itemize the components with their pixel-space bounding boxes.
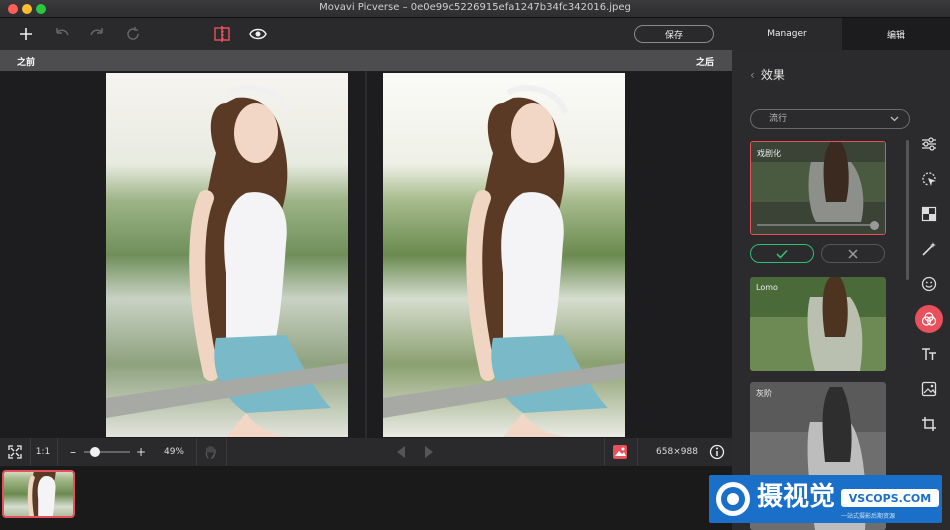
effects-panel: ‹ 效果 流行 戏剧化 Lomo 灰阶: [732, 50, 950, 530]
effect-card-dramatic[interactable]: 戏剧化: [750, 141, 886, 235]
effects-category-dropdown[interactable]: 流行: [750, 109, 910, 129]
watermark-domain: VSCOPS.COM: [841, 489, 939, 507]
compare-divider[interactable]: [365, 71, 367, 438]
next-icon[interactable]: [422, 438, 436, 466]
ratio-button[interactable]: 1:1: [32, 438, 54, 466]
check-icon: [776, 249, 788, 259]
before-label: 之前: [17, 58, 36, 68]
filmstrip: [0, 466, 732, 530]
image-icon[interactable]: [610, 438, 630, 466]
effect-card-label: 灰阶: [756, 389, 772, 398]
before-image: [106, 73, 348, 437]
prev-icon[interactable]: [394, 438, 408, 466]
toolbar: 保存: [0, 18, 732, 50]
save-button[interactable]: 保存: [634, 25, 714, 43]
tab-manager[interactable]: Manager: [732, 18, 842, 50]
title-bar: Movavi Picverse – 0e0e99c5226915efa1247b…: [0, 0, 950, 18]
effect-card-label: Lomo: [756, 283, 778, 292]
bottom-bar: 1:1 – + 49% 658×988: [0, 438, 732, 466]
after-image: [383, 73, 625, 437]
picture-icon[interactable]: [915, 375, 943, 403]
effects-icon[interactable]: [915, 305, 943, 333]
image-thumbnail[interactable]: [2, 470, 75, 518]
cancel-effect-button[interactable]: [821, 244, 885, 263]
image-canvas[interactable]: [0, 71, 732, 438]
panel-scrollbar[interactable]: [906, 140, 909, 280]
eye-icon[interactable]: [247, 23, 269, 45]
text-icon[interactable]: [915, 340, 943, 368]
select-icon[interactable]: [915, 165, 943, 193]
crop-icon[interactable]: [915, 410, 943, 438]
undo-icon[interactable]: [51, 23, 73, 45]
zoom-level: 49%: [163, 447, 184, 457]
chevron-down-icon: [890, 116, 899, 122]
zoom-out-button[interactable]: –: [66, 438, 80, 466]
watermark: 摄视觉 VSCOPS.COM 一站式摄影后期资源: [709, 475, 942, 523]
back-chevron-icon[interactable]: ‹: [750, 68, 755, 82]
retouch-icon[interactable]: [915, 200, 943, 228]
watermark-logo-icon: [716, 482, 750, 516]
plus-icon[interactable]: [15, 23, 37, 45]
magic-icon[interactable]: [915, 235, 943, 263]
close-icon: [848, 248, 858, 259]
zoom-slider-handle[interactable]: [90, 447, 101, 457]
apply-effect-button[interactable]: [750, 244, 814, 263]
before-after-bar: 之前 之后: [0, 50, 732, 71]
hand-icon[interactable]: [200, 438, 222, 466]
watermark-tagline: 一站式摄影后期资源: [841, 513, 896, 520]
rotate-icon[interactable]: [122, 23, 144, 45]
zoom-in-button[interactable]: +: [134, 438, 148, 466]
window-title: Movavi Picverse – 0e0e99c5226915efa1247b…: [319, 2, 631, 13]
watermark-text: 摄视觉: [757, 482, 836, 512]
right-tabs: Manager 编辑: [732, 18, 950, 50]
effect-card-label: 戏剧化: [757, 149, 781, 158]
redo-icon[interactable]: [86, 23, 108, 45]
effect-card-lomo[interactable]: Lomo: [750, 277, 886, 371]
dropdown-value: 流行: [769, 114, 788, 124]
fullscreen-icon[interactable]: [4, 438, 26, 466]
panel-title-text: 效果: [760, 68, 785, 82]
compare-icon[interactable]: [211, 23, 233, 45]
after-label: 之后: [695, 58, 714, 68]
adjust-icon[interactable]: [915, 130, 943, 158]
face-icon[interactable]: [915, 270, 943, 298]
panel-title: ‹ 效果: [750, 66, 785, 83]
tab-edit[interactable]: 编辑: [842, 18, 950, 50]
zoom-slider[interactable]: [84, 447, 130, 457]
image-dimensions: 658×988: [656, 447, 698, 457]
info-icon[interactable]: [707, 438, 727, 466]
